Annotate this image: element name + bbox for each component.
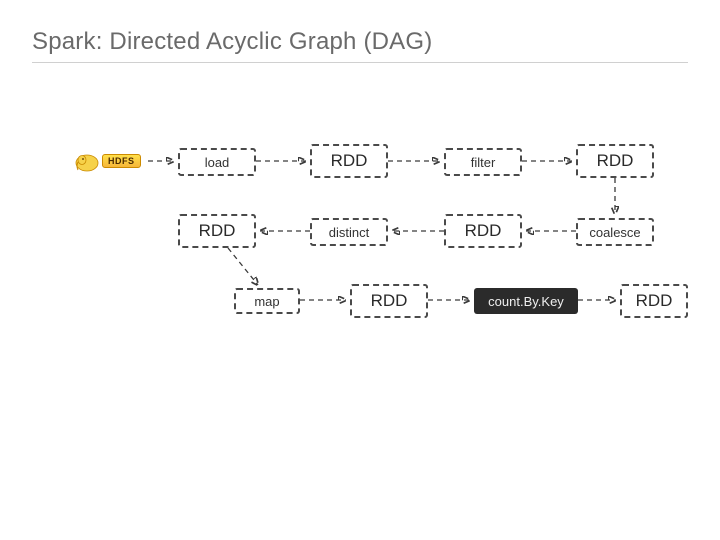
edge-layer (0, 0, 720, 540)
hadoop-elephant-icon (74, 150, 100, 172)
slide-title: Spark: Directed Acyclic Graph (DAG) (32, 28, 432, 56)
op-load: load (178, 148, 256, 176)
rdd-4: RDD (444, 214, 522, 248)
op-map: map (234, 288, 300, 314)
op-distinct: distinct (310, 218, 388, 246)
rdd-3: RDD (178, 214, 256, 248)
op-coalesce: coalesce (576, 218, 654, 246)
rdd-2: RDD (576, 144, 654, 178)
rdd-1: RDD (310, 144, 388, 178)
hdfs-logo: HDFS (74, 150, 141, 172)
rdd-5: RDD (350, 284, 428, 318)
hdfs-badge: HDFS (102, 154, 141, 168)
op-filter: filter (444, 148, 522, 176)
rdd-6: RDD (620, 284, 688, 318)
title-underline (32, 62, 688, 63)
op-countbykey: count.By.Key (474, 288, 578, 314)
